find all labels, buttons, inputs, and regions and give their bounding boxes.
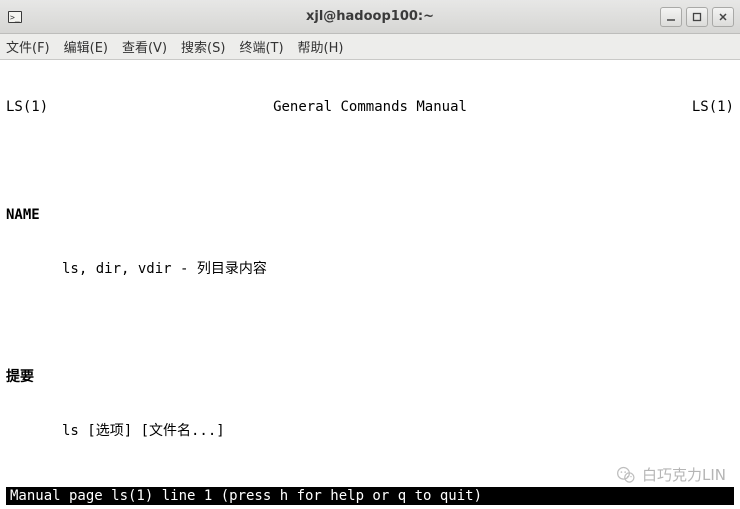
section-synopsis-heading: 提要 [6, 368, 734, 386]
app-icon: >_ [6, 8, 24, 26]
window-controls [660, 7, 734, 27]
menu-edit[interactable]: 编辑(E) [64, 37, 108, 56]
manpage-header-center: General Commands Manual [48, 98, 692, 116]
minimize-button[interactable] [660, 7, 682, 27]
close-button[interactable] [712, 7, 734, 27]
manpage-header-right: LS(1) [692, 98, 734, 116]
pager-status-line: Manual page ls(1) line 1 (press h for he… [6, 487, 734, 505]
menu-help[interactable]: 帮助(H) [298, 37, 344, 56]
section-name-line: ls, dir, vdir - 列目录内容 [6, 260, 734, 278]
svg-text:>_: >_ [10, 13, 20, 22]
manpage-header-left: LS(1) [6, 98, 48, 116]
menu-view[interactable]: 查看(V) [122, 37, 167, 56]
menu-search[interactable]: 搜索(S) [181, 37, 225, 56]
terminal-viewport[interactable]: LS(1) General Commands Manual LS(1) NAME… [0, 60, 740, 489]
menu-terminal[interactable]: 终端(T) [239, 37, 283, 56]
menubar: 文件(F) 编辑(E) 查看(V) 搜索(S) 终端(T) 帮助(H) [0, 34, 740, 60]
manpage-header: LS(1) General Commands Manual LS(1) [6, 98, 734, 116]
synopsis-line: ls [选项] [文件名...] [6, 422, 734, 440]
window-titlebar: >_ xjl@hadoop100:~ [0, 0, 740, 34]
maximize-button[interactable] [686, 7, 708, 27]
section-name-heading: NAME [6, 206, 734, 224]
menu-file[interactable]: 文件(F) [6, 37, 50, 56]
window-title: xjl@hadoop100:~ [0, 9, 740, 24]
